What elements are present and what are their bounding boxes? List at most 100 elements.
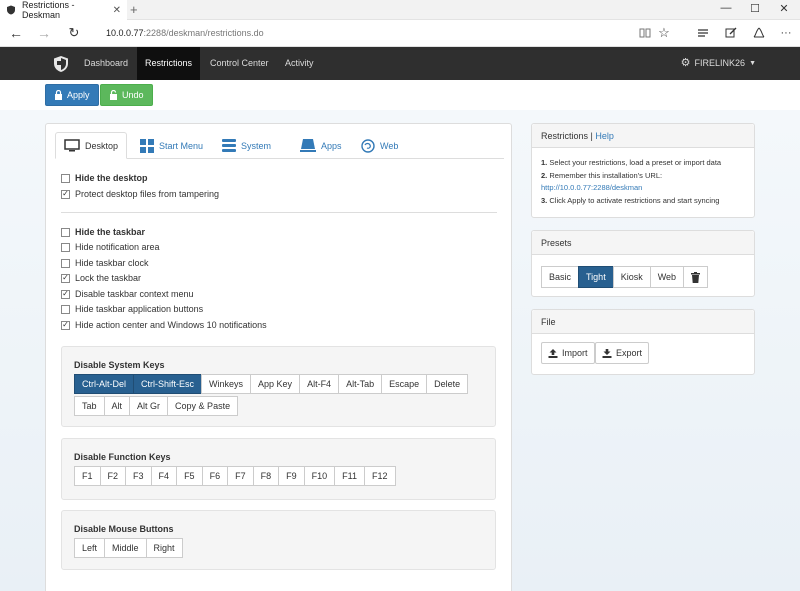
key-f11[interactable]: F11 [334, 466, 365, 486]
nav-control-center[interactable]: Control Center [202, 47, 277, 80]
checkbox[interactable] [61, 258, 70, 268]
key-winkeys[interactable]: Winkeys [201, 374, 252, 394]
key-f7[interactable]: F7 [227, 466, 254, 486]
url-host: 10.0.0.77 [106, 28, 144, 38]
checkbox-checked[interactable]: ✓ [61, 273, 70, 283]
maximize-icon[interactable]: ☐ [741, 2, 769, 15]
web-note-icon[interactable] [722, 25, 740, 41]
key-f12[interactable]: F12 [364, 466, 396, 486]
export-button[interactable]: Export [595, 342, 650, 364]
tab-apps-label: Apps [321, 140, 342, 151]
key-f2[interactable]: F2 [99, 466, 127, 486]
checkbox-checked[interactable]: ✓ [61, 189, 70, 199]
key-copy-paste[interactable]: Copy & Paste [167, 396, 239, 416]
tab-desktop[interactable]: Desktop [55, 132, 128, 159]
more-icon[interactable]: ··· [777, 25, 795, 41]
checkbox-hide-taskbar-app-buttons[interactable]: Hide taskbar application buttons [61, 304, 203, 314]
key-alt-tab[interactable]: Alt-Tab [338, 374, 383, 394]
mouse-left[interactable]: Left [74, 538, 106, 558]
checkbox-disable-taskbar-context-menu[interactable]: ✓ Disable taskbar context menu [61, 289, 194, 299]
tab-apps[interactable]: Apps [292, 132, 350, 159]
tab-start-menu[interactable]: Start Menu [132, 132, 211, 159]
key-alt[interactable]: Alt [103, 396, 131, 416]
checkbox[interactable] [61, 227, 70, 237]
deskman-logo-icon [54, 56, 68, 72]
apply-button[interactable]: Apply [45, 84, 99, 106]
shield-icon [7, 5, 15, 15]
key-escape[interactable]: Escape [381, 374, 428, 394]
checkbox[interactable] [61, 173, 70, 183]
key-app-key[interactable]: App Key [250, 374, 301, 394]
key-ctrl-shift-esc[interactable]: Ctrl-Shift-Esc [133, 374, 203, 394]
key-f6[interactable]: F6 [201, 466, 229, 486]
share-icon[interactable] [750, 25, 768, 41]
installation-url-link[interactable]: http://10.0.0.77:2288/deskman [541, 182, 721, 195]
close-tab-icon[interactable]: ✕ [113, 5, 127, 16]
browser-titlebar: Restrictions - Deskman ✕ + — ☐ ✕ [0, 0, 800, 20]
refresh-icon[interactable]: ↻ [64, 25, 84, 41]
checkbox-protect-desktop-files[interactable]: ✓ Protect desktop files from tampering [61, 189, 219, 199]
mouse-right[interactable]: Right [145, 538, 183, 558]
nav-restrictions[interactable]: Restrictions [137, 47, 201, 80]
delete-preset-button[interactable] [683, 266, 709, 288]
key-ctrl-alt-del[interactable]: Ctrl-Alt-Del [74, 374, 134, 394]
import-button[interactable]: Import [541, 342, 595, 364]
nav-dashboard[interactable]: Dashboard [76, 47, 136, 80]
unlock-icon [110, 90, 117, 100]
forward-icon[interactable]: → [34, 25, 54, 41]
checkbox-hide-notification-area[interactable]: Hide notification area [61, 242, 160, 252]
export-label: Export [616, 348, 643, 358]
minimize-icon[interactable]: — [712, 2, 740, 14]
divider [61, 212, 497, 213]
key-tab[interactable]: Tab [74, 396, 105, 416]
new-tab-icon[interactable]: + [130, 2, 138, 17]
key-f10[interactable]: F10 [303, 466, 336, 486]
mouse-middle[interactable]: Middle [104, 538, 147, 558]
checkbox[interactable] [61, 304, 70, 314]
close-window-icon[interactable]: ✕ [770, 2, 798, 15]
nav-activity[interactable]: Activity [277, 47, 322, 80]
content-area: Desktop Start Menu System Apps Web Hide … [0, 110, 800, 591]
lock-icon [55, 90, 62, 100]
browser-tab[interactable]: Restrictions - Deskman ✕ [0, 0, 127, 20]
checkbox-label: Hide the desktop [75, 173, 148, 183]
hub-icon[interactable] [694, 25, 712, 41]
key-f8[interactable]: F8 [252, 466, 280, 486]
tab-web[interactable]: Web [353, 132, 406, 159]
url-field[interactable]: 10.0.0.77:2288/deskman/restrictions.do [106, 28, 264, 38]
key-f5[interactable]: F5 [176, 466, 203, 486]
preset-web[interactable]: Web [649, 266, 685, 288]
reading-view-icon[interactable] [636, 25, 654, 41]
checkbox-checked[interactable]: ✓ [61, 289, 70, 299]
key-f9[interactable]: F9 [278, 466, 305, 486]
apps-icon [300, 139, 316, 152]
key-alt-f4[interactable]: Alt-F4 [299, 374, 340, 394]
user-menu[interactable]: ⚙ FIRELINK26 ▼ [681, 47, 756, 80]
key-alt-gr[interactable]: Alt Gr [129, 396, 169, 416]
preset-basic[interactable]: Basic [541, 266, 580, 288]
presets-header: Presets [532, 231, 754, 255]
key-f3[interactable]: F3 [125, 466, 152, 486]
checkbox-hide-desktop[interactable]: Hide the desktop [61, 173, 148, 183]
favorite-star-icon[interactable]: ☆ [655, 25, 673, 41]
preset-tight[interactable]: Tight [578, 266, 614, 288]
checkbox-hide-taskbar-clock[interactable]: Hide taskbar clock [61, 258, 149, 268]
checkbox-hide-taskbar[interactable]: Hide the taskbar [61, 227, 145, 237]
mouse-buttons-group: Left Middle Right [74, 538, 183, 558]
back-icon[interactable]: ← [6, 25, 26, 41]
tab-start-menu-label: Start Menu [159, 140, 204, 151]
preset-kiosk[interactable]: Kiosk [612, 266, 651, 288]
checkbox-lock-taskbar[interactable]: ✓ Lock the taskbar [61, 273, 141, 283]
key-f1[interactable]: F1 [74, 466, 101, 486]
undo-label: Undo [122, 90, 144, 100]
function-keys-well: Disable Function Keys F1 F2 F3 F4 F5 F6 … [61, 438, 496, 500]
undo-button[interactable]: Undo [100, 84, 153, 106]
checkbox-checked[interactable]: ✓ [61, 320, 70, 330]
key-f4[interactable]: F4 [150, 466, 178, 486]
key-delete[interactable]: Delete [426, 374, 469, 394]
checkbox[interactable] [61, 242, 70, 252]
checkbox-hide-action-center[interactable]: ✓ Hide action center and Windows 10 notif… [61, 320, 267, 330]
checkbox-label: Disable taskbar context menu [75, 289, 194, 299]
help-link[interactable]: Help [595, 131, 614, 141]
tab-system[interactable]: System [214, 132, 279, 159]
